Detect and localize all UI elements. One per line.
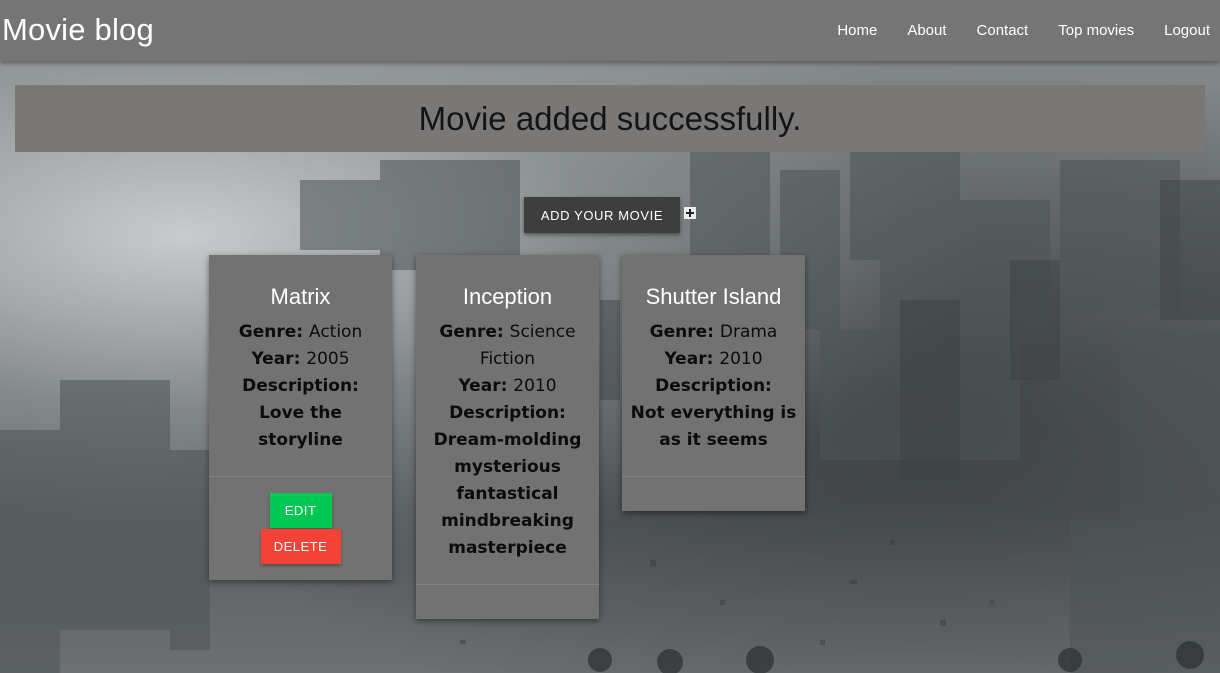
edit-button[interactable]: EDIT [269,493,332,528]
nav-links: Home About Contact Top movies Logout [807,0,1220,61]
nav-link-home[interactable]: Home [837,22,877,39]
card-body: Matrix Genre: Action Year: 2005 Descript… [209,255,392,476]
nav-link-contact[interactable]: Contact [977,22,1029,39]
nav-link-about[interactable]: About [907,22,946,39]
description-label: Description: [242,376,359,396]
year-value: 2010 [513,376,557,396]
delete-button[interactable]: DELETE [260,529,341,564]
movie-title: Inception [462,284,553,309]
movie-year-line: Year: 2010 [424,373,591,400]
genre-value: Action [308,322,363,342]
movie-genre-line: Genre: Drama [630,319,797,346]
movie-card-inception: Inception Genre: Science Fiction Year: 2… [416,255,599,619]
plus-square-icon[interactable] [684,207,696,219]
movie-year-line: Year: 2005 [217,346,384,373]
genre-label: Genre: [439,322,504,342]
genre-value: Drama [719,322,778,342]
movie-genre-line: Genre: Action [217,319,384,346]
genre-label: Genre: [649,322,714,342]
description-value: Not everything is as it seems [630,403,797,450]
movie-genre-line: Genre: Science Fiction [424,319,591,373]
nav-link-logout[interactable]: Logout [1164,22,1210,39]
card-body: Inception Genre: Science Fiction Year: 2… [416,255,599,584]
description-value: Dream-molding mysterious fantastical min… [433,430,582,558]
year-value: 2005 [306,349,350,369]
year-value: 2010 [719,349,763,369]
add-movie-row: ADD YOUR MOVIE [524,197,696,233]
genre-label: Genre: [238,322,304,342]
success-alert: Movie added successfully. [15,85,1205,152]
description-value: Love the storyline [258,403,343,450]
year-label: Year: [251,349,301,369]
card-actions [622,476,805,511]
movie-card-matrix: Matrix Genre: Action Year: 2005 Descript… [209,255,392,580]
card-body: Shutter Island Genre: Drama Year: 2010 D… [622,255,805,476]
movie-title: Matrix [270,284,331,309]
movie-title: Shutter Island [645,284,782,309]
description-label: Description: [655,376,772,396]
brand-logo[interactable]: Movie blog [2,12,154,48]
card-actions [416,584,599,619]
add-movie-button[interactable]: ADD YOUR MOVIE [524,197,680,233]
nav-link-top-movies[interactable]: Top movies [1058,22,1134,39]
navbar: Movie blog Home About Contact Top movies… [0,0,1220,61]
alert-message: Movie added successfully. [418,99,802,137]
year-label: Year: [664,349,714,369]
movie-year-line: Year: 2010 [630,346,797,373]
card-actions: EDIT DELETE [209,476,392,580]
year-label: Year: [458,376,508,396]
movie-card-shutter-island: Shutter Island Genre: Drama Year: 2010 D… [622,255,805,511]
description-label: Description: [449,403,566,423]
